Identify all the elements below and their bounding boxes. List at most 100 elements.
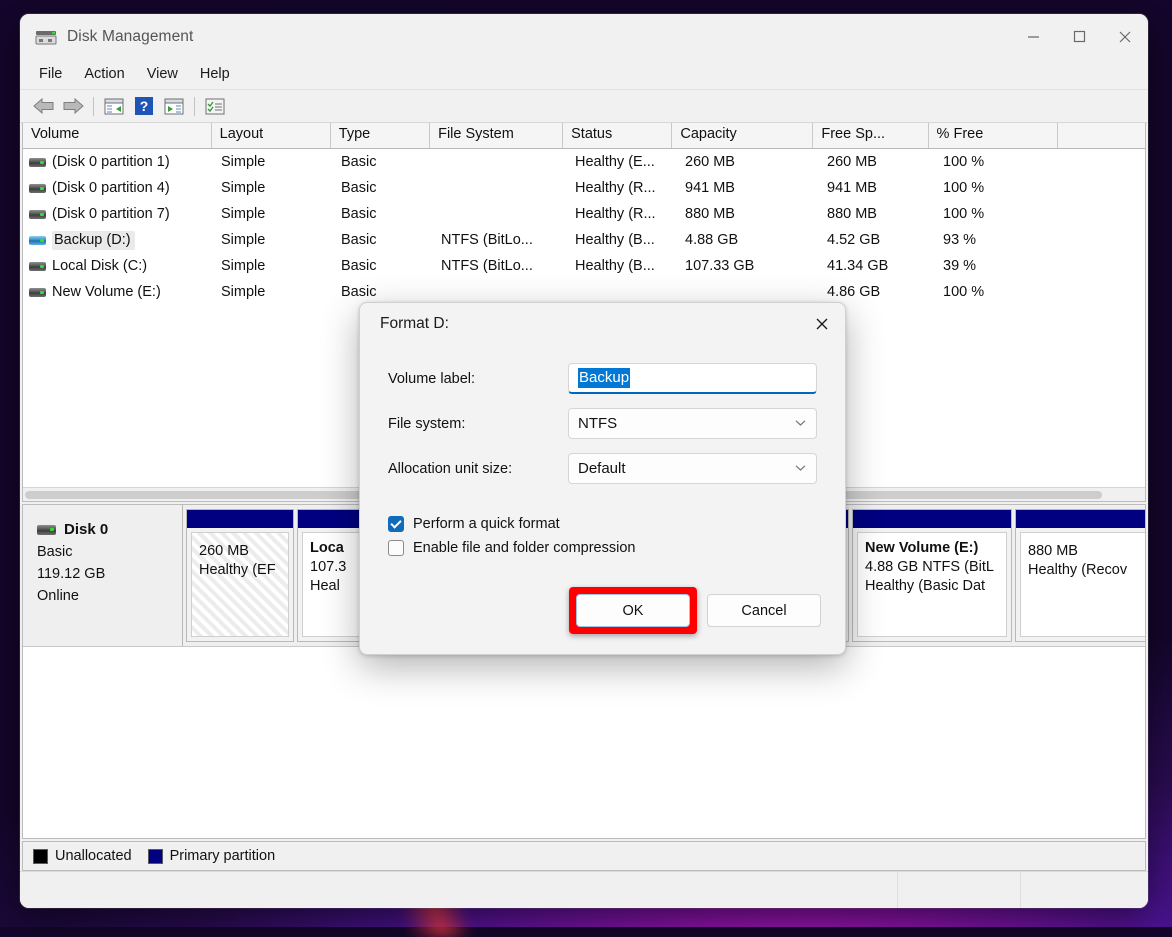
allocation-unit-size-label: Allocation unit size: xyxy=(388,461,568,477)
file-system-label: File system: xyxy=(388,416,568,432)
disk-drive-icon xyxy=(35,29,57,45)
quick-format-row[interactable]: Perform a quick format xyxy=(388,516,817,532)
capacity-cell: 260 MB xyxy=(677,154,819,170)
percent-free-cell: 100 % xyxy=(935,284,1065,300)
help-icon[interactable]: ? xyxy=(129,93,159,119)
chevron-down-icon xyxy=(795,463,806,475)
percent-free-cell: 39 % xyxy=(935,258,1065,274)
free-space-cell: 41.34 GB xyxy=(819,258,935,274)
menu-file[interactable]: File xyxy=(28,62,73,86)
table-row[interactable]: (Disk 0 partition 4) Simple Basic Health… xyxy=(23,175,1145,201)
column-header-percent-free[interactable]: % Free xyxy=(929,123,1058,148)
column-header-file-system[interactable]: File System xyxy=(430,123,563,148)
maximize-button[interactable] xyxy=(1056,14,1102,59)
column-header-type[interactable]: Type xyxy=(331,123,430,148)
partition-size: 880 MB xyxy=(1028,543,1143,559)
volume-label-label: Volume label: xyxy=(388,371,568,387)
menu-view[interactable]: View xyxy=(136,62,189,86)
disk-info-panel[interactable]: Disk 0 Basic 119.12 GB Online xyxy=(23,505,183,646)
percent-free-cell: 100 % xyxy=(935,154,1065,170)
allocation-unit-size-row: Allocation unit size: Default xyxy=(388,453,817,484)
volume-list-header: Volume Layout Type File System Status Ca… xyxy=(23,123,1145,149)
status-bar-segment-2 xyxy=(1020,872,1148,908)
layout-cell: Simple xyxy=(213,284,333,300)
free-space-cell: 4.86 GB xyxy=(819,284,935,300)
menu-action[interactable]: Action xyxy=(73,62,135,86)
back-arrow-icon[interactable] xyxy=(28,93,58,119)
volume-label-value: Backup xyxy=(578,368,630,388)
quick-format-checkbox[interactable] xyxy=(388,516,404,532)
capacity-cell: 880 MB xyxy=(677,206,819,222)
column-header-layout[interactable]: Layout xyxy=(212,123,331,148)
percent-free-cell: 100 % xyxy=(935,180,1065,196)
free-space-cell: 880 MB xyxy=(819,206,935,222)
menu-help[interactable]: Help xyxy=(189,62,241,86)
type-cell: Basic xyxy=(333,206,433,222)
partition-status: Healthy (Basic Dat xyxy=(865,578,1000,594)
column-header-volume[interactable]: Volume xyxy=(23,123,212,148)
disk-size: 119.12 GB xyxy=(37,566,182,582)
close-button[interactable] xyxy=(1102,14,1148,59)
partition-block[interactable]: 880 MB Healthy (Recov xyxy=(1015,509,1146,642)
close-icon[interactable] xyxy=(799,303,845,345)
allocation-unit-size-select[interactable]: Default xyxy=(568,453,817,484)
column-header-free-space[interactable]: Free Sp... xyxy=(813,123,928,148)
column-header-status[interactable]: Status xyxy=(563,123,672,148)
legend: Unallocated Primary partition xyxy=(22,841,1146,871)
column-header-extra[interactable] xyxy=(1058,123,1145,148)
capacity-cell: 107.33 GB xyxy=(677,258,819,274)
status-cell: Healthy (E... xyxy=(567,154,677,170)
toolbar: ? xyxy=(20,90,1148,123)
dialog-body: Volume label: Backup File system: NTFS A… xyxy=(360,345,845,556)
table-row-selected[interactable]: Backup (D:) Simple Basic NTFS (BitLo... … xyxy=(23,227,1145,253)
type-cell: Basic xyxy=(333,232,433,248)
partition-size: 4.88 GB NTFS (BitL xyxy=(865,559,1000,575)
partition-body: New Volume (E:) 4.88 GB NTFS (BitL Healt… xyxy=(857,532,1007,637)
status-cell: Healthy (B... xyxy=(567,232,677,248)
percent-free-cell: 93 % xyxy=(935,232,1065,248)
volume-list-body: (Disk 0 partition 1) Simple Basic Health… xyxy=(23,149,1145,305)
volume-drive-icon xyxy=(29,158,46,167)
minimize-button[interactable] xyxy=(1010,14,1056,59)
partition-block[interactable]: New Volume (E:) 4.88 GB NTFS (BitL Healt… xyxy=(852,509,1012,642)
compression-checkbox[interactable] xyxy=(388,540,404,556)
legend-swatch-unallocated xyxy=(33,849,48,864)
ok-button[interactable]: OK xyxy=(576,594,690,627)
volume-label-input[interactable]: Backup xyxy=(568,363,817,394)
type-cell: Basic xyxy=(333,258,433,274)
layout-cell: Simple xyxy=(213,180,333,196)
forward-arrow-icon[interactable] xyxy=(58,93,88,119)
capacity-cell: 941 MB xyxy=(677,180,819,196)
volume-name-cell: Local Disk (C:) xyxy=(23,258,213,274)
show-pane-icon[interactable] xyxy=(99,93,129,119)
volume-drive-icon xyxy=(29,288,46,297)
file-system-select[interactable]: NTFS xyxy=(568,408,817,439)
disk-type: Basic xyxy=(37,544,182,560)
volume-name-cell: New Volume (E:) xyxy=(23,284,213,300)
legend-label-unallocated: Unallocated xyxy=(55,848,132,864)
cancel-button[interactable]: Cancel xyxy=(707,594,821,627)
free-space-cell: 260 MB xyxy=(819,154,935,170)
volume-name-cell: (Disk 0 partition 1) xyxy=(23,154,213,170)
table-row[interactable]: (Disk 0 partition 1) Simple Basic Health… xyxy=(23,149,1145,175)
disk-drive-icon xyxy=(37,525,56,535)
partition-body: 260 MB Healthy (EF xyxy=(191,532,289,637)
checklist-icon[interactable] xyxy=(200,93,230,119)
compression-row[interactable]: Enable file and folder compression xyxy=(388,540,817,556)
volume-name-cell: (Disk 0 partition 7) xyxy=(23,206,213,222)
table-row[interactable]: (Disk 0 partition 7) Simple Basic Health… xyxy=(23,201,1145,227)
capacity-cell: 4.88 GB xyxy=(677,232,819,248)
layout-cell: Simple xyxy=(213,258,333,274)
partition-block[interactable]: 260 MB Healthy (EF xyxy=(186,509,294,642)
volume-drive-icon xyxy=(29,184,46,193)
partition-color-bar xyxy=(1016,510,1146,528)
status-cell: Healthy (R... xyxy=(567,206,677,222)
layout-cell: Simple xyxy=(213,154,333,170)
compression-label: Enable file and folder compression xyxy=(413,540,635,556)
percent-free-cell: 100 % xyxy=(935,206,1065,222)
disk-management-window: Disk Management File Action View Help xyxy=(20,14,1148,908)
partition-body: 880 MB Healthy (Recov xyxy=(1020,532,1146,637)
column-header-capacity[interactable]: Capacity xyxy=(672,123,813,148)
properties-icon[interactable] xyxy=(159,93,189,119)
table-row[interactable]: Local Disk (C:) Simple Basic NTFS (BitLo… xyxy=(23,253,1145,279)
